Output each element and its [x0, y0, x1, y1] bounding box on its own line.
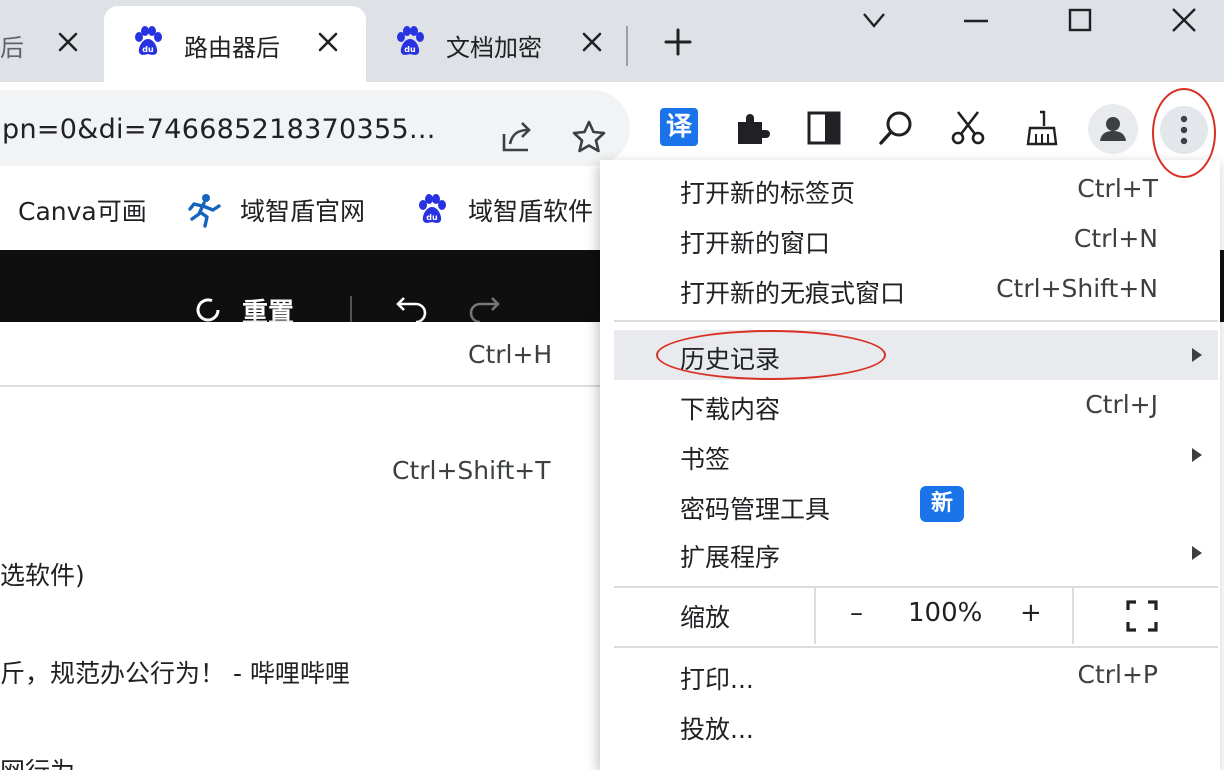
redo-icon[interactable]: [466, 292, 502, 324]
menu-item-extensions[interactable]: 扩展程序: [614, 528, 1218, 578]
bookmark-yuzhidun-software[interactable]: du 域智盾软件: [414, 192, 593, 228]
menu-item-label: 打开新的无痕式窗口: [680, 279, 906, 308]
bookmark-label: 域智盾软件: [468, 197, 594, 226]
menu-item-shortcut: Ctrl+N: [1073, 224, 1158, 253]
bookmark-yuzhidun-site[interactable]: 域智盾官网: [186, 192, 365, 228]
tab-title: 后: [0, 34, 24, 62]
address-bar[interactable]: pn=0&di=746685218370355...: [0, 90, 630, 166]
menu-item-label: 下载内容: [680, 395, 781, 424]
svg-text:du: du: [142, 45, 154, 54]
search-lens-icon[interactable]: [876, 108, 916, 148]
tab-strip: 后 du 路由器后 du 文档加密: [0, 0, 1224, 82]
profile-avatar-icon[interactable]: [1088, 104, 1138, 154]
chrome-main-menu: 打开新的标签页 Ctrl+T 打开新的窗口 Ctrl+N 打开新的无痕式窗口 C…: [600, 160, 1220, 770]
reopen-tab-shortcut: Ctrl+Shift+T: [392, 456, 551, 485]
menu-item-label: 打开新的窗口: [680, 229, 831, 258]
bookmark-canva[interactable]: Canva可画: [18, 192, 147, 228]
menu-item-new-window[interactable]: 打开新的窗口 Ctrl+N: [614, 214, 1218, 264]
menu-item-bookmarks[interactable]: 书签: [614, 430, 1218, 480]
menu-item-shortcut: Ctrl+Shift+N: [996, 274, 1158, 303]
minimize-icon[interactable]: [956, 4, 996, 38]
tab-title: 文档加密: [446, 34, 542, 62]
menu-item-downloads[interactable]: 下载内容 Ctrl+J: [614, 380, 1218, 430]
zoom-controls: – 100% +: [814, 588, 1072, 644]
menu-item-shortcut: Ctrl+P: [1077, 660, 1158, 689]
menu-item-label: 打印...: [680, 665, 754, 694]
menu-item-incognito[interactable]: 打开新的无痕式窗口 Ctrl+Shift+N: [614, 264, 1218, 314]
svg-text:du: du: [404, 45, 416, 54]
baidu-paw-icon: du: [392, 24, 428, 60]
divider: [614, 320, 1218, 322]
history-entry[interactable]: 网行为: [0, 752, 75, 770]
tab-close-icon[interactable]: [316, 30, 340, 54]
maximize-icon[interactable]: [1060, 4, 1100, 38]
menu-item-shortcut: Ctrl+T: [1077, 174, 1158, 203]
chevron-down-icon[interactable]: [854, 4, 894, 38]
new-tab-plus-icon[interactable]: [660, 24, 696, 60]
zoom-out-button[interactable]: –: [850, 598, 863, 628]
divider: [350, 296, 352, 322]
menu-item-label: 投放...: [680, 715, 754, 744]
tab-close-icon[interactable]: [56, 30, 80, 54]
submenu-arrow-icon: [1190, 346, 1204, 364]
history-entry[interactable]: 选软件): [0, 556, 85, 592]
tab-partial[interactable]: 后: [0, 6, 100, 82]
submenu-arrow-icon: [1190, 446, 1204, 464]
translate-icon[interactable]: 译: [660, 108, 698, 146]
tab-third[interactable]: du 文档加密: [370, 6, 632, 82]
history-submenu: Ctrl+H Ctrl+Shift+T 选软件) 斤，规范办公行为！ - 哔哩哔…: [0, 322, 612, 770]
menu-item-label: 扩展程序: [680, 543, 781, 572]
menu-item-label: 打开新的标签页: [680, 179, 856, 208]
tab-close-icon[interactable]: [580, 30, 604, 54]
svg-text:du: du: [426, 213, 438, 222]
menu-item-history[interactable]: 历史记录: [614, 330, 1218, 380]
history-entry[interactable]: 斤，规范办公行为！ - 哔哩哔哩: [0, 654, 350, 690]
menu-item-cast[interactable]: 投放...: [614, 700, 1218, 750]
menu-item-label: 书签: [680, 445, 731, 474]
more-menu-icon[interactable]: [1160, 106, 1208, 154]
tab-active[interactable]: du 路由器后: [104, 6, 366, 82]
star-icon[interactable]: [570, 118, 608, 156]
baidu-paw-icon: du: [130, 24, 166, 60]
share-icon[interactable]: [498, 118, 536, 156]
new-badge: 新: [920, 486, 964, 522]
menu-item-new-tab[interactable]: 打开新的标签页 Ctrl+T: [614, 164, 1218, 214]
bookmark-label: 域智盾官网: [240, 197, 366, 226]
menu-item-shortcut: Ctrl+J: [1085, 390, 1158, 419]
divider: [0, 385, 612, 387]
zoom-row: 缩放 – 100% +: [614, 588, 1218, 644]
zoom-label: 缩放: [680, 603, 731, 632]
tab-title: 路由器后: [184, 34, 280, 62]
menu-item-password-manager[interactable]: 密码管理工具 新: [614, 480, 1218, 530]
submenu-arrow-icon: [1190, 544, 1204, 562]
puzzle-icon[interactable]: [732, 108, 772, 148]
broom-icon[interactable]: [1022, 108, 1062, 148]
zoom-level: 100%: [908, 598, 983, 628]
undo-icon[interactable]: [394, 292, 430, 324]
fullscreen-cell: [1072, 588, 1218, 644]
window-close-icon[interactable]: [1164, 4, 1204, 38]
tab-separator: [626, 26, 628, 66]
menu-item-print[interactable]: 打印... Ctrl+P: [614, 650, 1218, 700]
baidu-paw-icon: du: [414, 192, 450, 228]
bookmark-label: Canva可画: [18, 197, 147, 226]
scissors-icon[interactable]: [948, 108, 988, 148]
zoom-in-button[interactable]: +: [1020, 598, 1042, 628]
toolbar: pn=0&di=746685218370355... 译: [0, 82, 1224, 172]
divider: [614, 646, 1218, 648]
menu-item-label: 密码管理工具: [680, 495, 831, 524]
url-text[interactable]: pn=0&di=746685218370355...: [2, 114, 436, 145]
side-panel-icon[interactable]: [804, 108, 844, 148]
runner-icon: [186, 192, 222, 228]
history-shortcut: Ctrl+H: [468, 340, 553, 369]
fullscreen-icon[interactable]: [1124, 598, 1160, 634]
menu-item-label: 历史记录: [680, 345, 781, 374]
